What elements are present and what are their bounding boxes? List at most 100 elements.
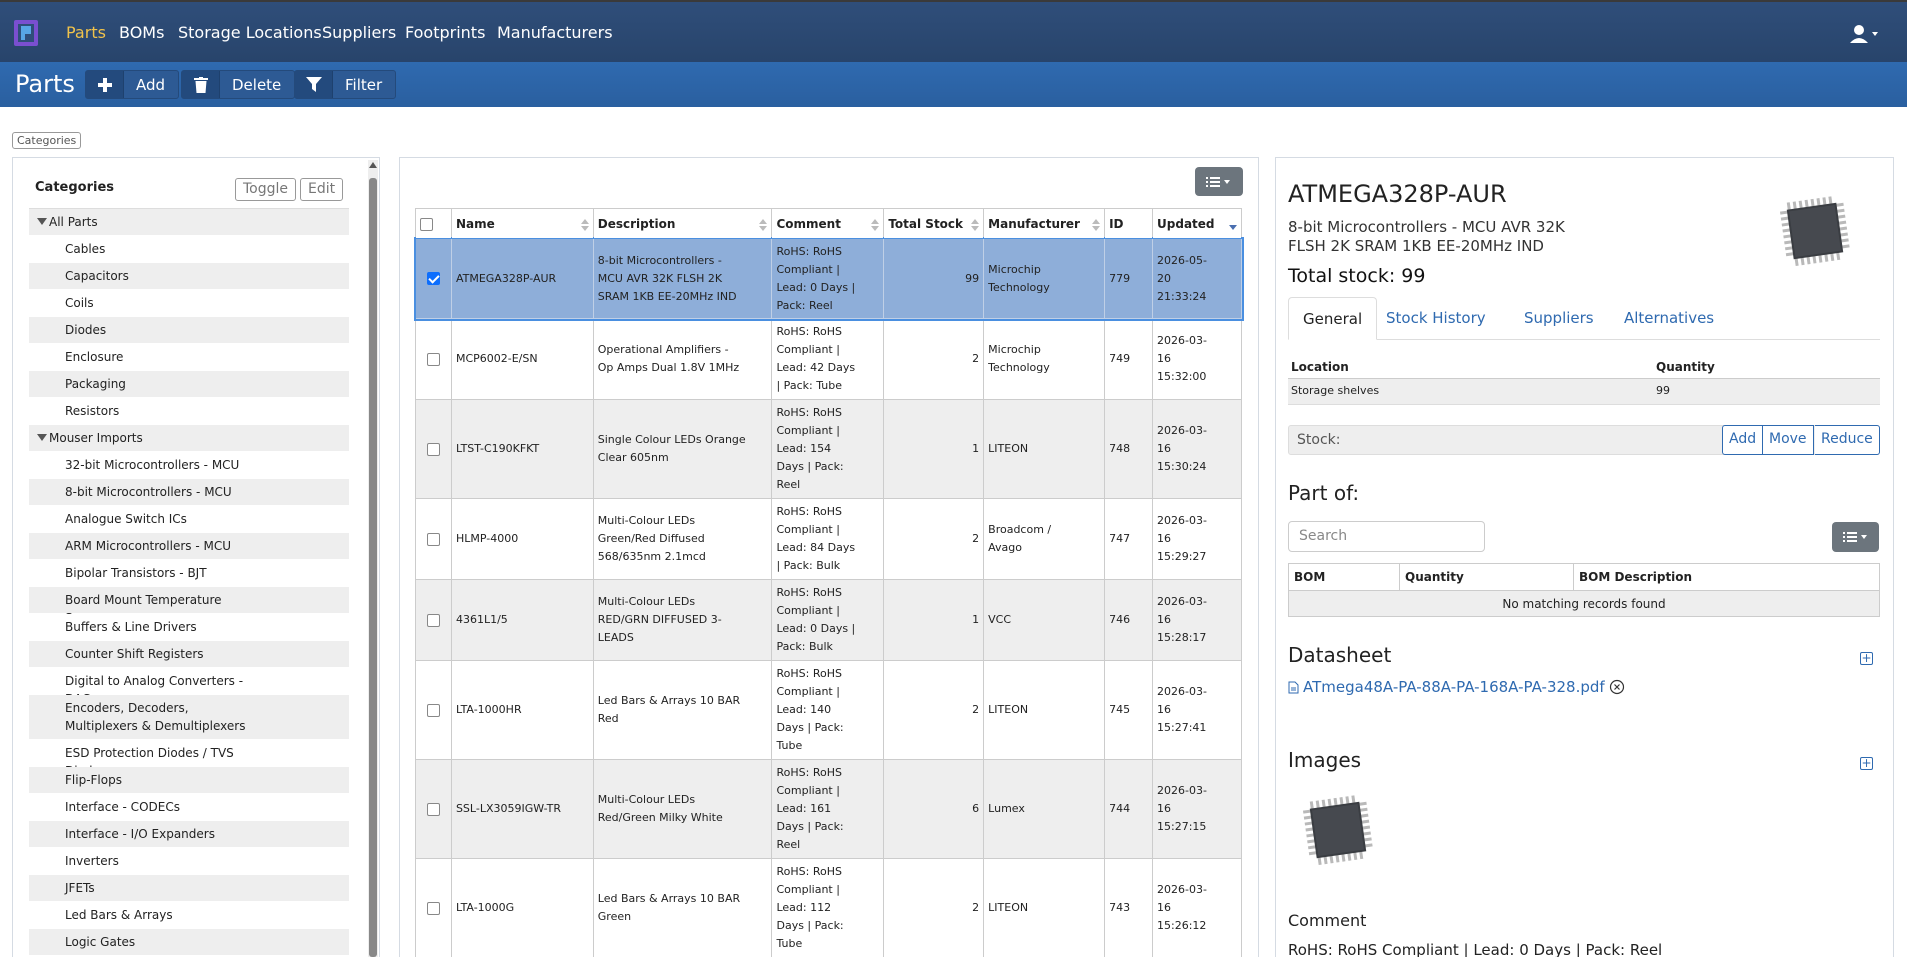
nav-parts[interactable]: Parts <box>66 23 106 42</box>
row-checkbox[interactable] <box>426 901 440 915</box>
cell-updated: 2026-03- 16 15:29:27 <box>1152 498 1242 580</box>
category-item[interactable]: Encoders, Decoders, Multiplexers & Demul… <box>29 695 349 740</box>
category-item[interactable]: Logic Gates <box>29 929 349 956</box>
add-button[interactable]: Add <box>85 70 180 99</box>
row-checkbox[interactable] <box>426 532 440 546</box>
filter-button[interactable]: Filter <box>294 70 397 99</box>
nav-storage-locations[interactable]: Storage Locations <box>178 23 322 42</box>
manufacturer-line: Technology <box>988 280 1050 294</box>
quantity-value: 99 <box>1656 384 1670 397</box>
category-item[interactable]: Enclosure <box>29 344 349 371</box>
toggle-button[interactable]: Toggle <box>235 178 297 201</box>
stock-location-row[interactable]: Storage shelves 99 <box>1288 379 1880 405</box>
nav-boms[interactable]: BOMs <box>119 23 164 42</box>
scrollbar-thumb[interactable] <box>369 178 377 957</box>
column-select-button[interactable] <box>1195 167 1243 196</box>
tab-stock-history[interactable]: Stock History <box>1372 297 1500 340</box>
category-item-label: Encoders, Decoders, Multiplexers & Demul… <box>65 701 246 733</box>
col-manufacturer[interactable]: Manufacturer <box>983 208 1106 239</box>
category-item[interactable]: Flip-Flops <box>29 767 349 794</box>
user-menu-icon[interactable] <box>1849 24 1879 44</box>
category-item[interactable]: Packaging <box>29 371 349 398</box>
table-row[interactable]: LTA-1000HR Led Bars & Arrays 10 BAR Red RoH… <box>415 660 1242 760</box>
category-item[interactable]: JFETs <box>29 875 349 902</box>
part-image[interactable] <box>1288 780 1388 880</box>
scroll-up-arrow-icon[interactable] <box>369 162 377 168</box>
category-item[interactable]: 8-bit Microcontrollers - MCU <box>29 479 349 506</box>
stock-reduce-button[interactable]: Reduce <box>1815 425 1880 455</box>
bom-column-select-button[interactable] <box>1832 522 1879 552</box>
tab-general[interactable]: General <box>1288 297 1378 340</box>
col-updated[interactable]: Updated <box>1152 208 1242 239</box>
category-item[interactable]: Inverters <box>29 848 349 875</box>
bom-col-bom[interactable]: BOM <box>1288 563 1400 591</box>
category-item-label: Analogue Switch ICs <box>65 512 187 526</box>
row-checkbox[interactable] <box>426 703 440 717</box>
category-item[interactable]: Capacitors <box>29 263 349 290</box>
table-row[interactable]: LTST-C190KFKT Single Colour LEDs Orange Cl… <box>415 399 1242 499</box>
row-checkbox[interactable] <box>426 802 440 816</box>
row-checkbox[interactable] <box>426 442 440 456</box>
delete-button[interactable]: Delete <box>181 70 296 99</box>
categories-scrollbar[interactable] <box>368 160 378 957</box>
category-item[interactable]: Board Mount Temperature Sensors <box>29 587 349 625</box>
table-row[interactable]: HLMP-4000 Multi-Colour LEDs Green/Red Diff… <box>415 498 1242 580</box>
col-comment[interactable]: Comment <box>771 208 885 239</box>
tab-alternatives[interactable]: Alternatives <box>1610 297 1728 340</box>
expand-caret-icon[interactable] <box>37 434 47 441</box>
category-item[interactable]: Resistors <box>29 398 349 425</box>
table-row[interactable]: ATMEGA328P-AUR 8-bit Microcontrollers - MC… <box>413 236 1244 321</box>
category-item-label: Cables <box>65 242 106 256</box>
col-total-stock[interactable]: Total Stock <box>883 208 985 239</box>
row-checkbox[interactable] <box>426 272 440 285</box>
categories-tag[interactable]: Categories <box>12 132 82 149</box>
bom-col-description[interactable]: BOM Description <box>1573 563 1880 591</box>
col-id[interactable]: ID <box>1104 208 1154 239</box>
category-item-label: Packaging <box>65 377 126 391</box>
add-datasheet-icon[interactable]: + <box>1860 652 1873 665</box>
bom-search-input[interactable]: Search <box>1288 521 1485 552</box>
bom-col-quantity[interactable]: Quantity <box>1399 563 1574 591</box>
tab-suppliers[interactable]: Suppliers <box>1510 297 1608 340</box>
category-group[interactable]: All Parts <box>29 209 349 236</box>
category-item[interactable]: ARM Microcontrollers - MCU <box>29 533 349 560</box>
stock-move-button[interactable]: Move <box>1763 425 1814 455</box>
category-item[interactable]: Counter Shift Registers <box>29 641 349 668</box>
expand-caret-icon[interactable] <box>37 218 47 225</box>
table-row[interactable]: SSL-LX3059IGW-TR Multi-Colour LEDs Red/Gre… <box>415 759 1242 859</box>
row-checkbox[interactable] <box>426 613 440 627</box>
stock-add-button[interactable]: Add <box>1722 425 1764 455</box>
add-image-icon[interactable]: + <box>1860 757 1873 770</box>
nav-manufacturers[interactable]: Manufacturers <box>497 23 613 42</box>
remove-datasheet-icon[interactable] <box>1609 679 1625 695</box>
nav-footprints[interactable]: Footprints <box>405 23 485 42</box>
category-group[interactable]: Mouser Imports <box>29 425 349 452</box>
location-value: Storage shelves <box>1291 384 1380 397</box>
table-row[interactable]: MCP6002-E/SN Operational Amplifiers - Op A… <box>415 318 1242 400</box>
category-item[interactable]: 32-bit Microcontrollers - MCU <box>29 452 349 479</box>
col-name[interactable]: Name <box>450 208 594 239</box>
col-description[interactable]: Description <box>592 208 773 239</box>
category-item[interactable]: Diodes <box>29 317 349 344</box>
nav-suppliers[interactable]: Suppliers <box>322 23 396 42</box>
description-line: RED/GRN DIFFUSED 3- <box>597 613 722 626</box>
category-item[interactable]: Coils <box>29 290 349 317</box>
category-item[interactable]: Bipolar Transistors - BJT <box>29 560 349 587</box>
table-row[interactable]: LTA-1000G Led Bars & Arrays 10 BAR Green Ro… <box>415 858 1242 957</box>
part-thumbnail-image[interactable] <box>1765 181 1865 281</box>
category-item[interactable]: Led Bars & Arrays <box>29 902 349 929</box>
cell-name: SSL-LX3059IGW-TR <box>450 759 594 859</box>
select-all-checkbox[interactable] <box>420 217 433 231</box>
category-item[interactable]: Cables <box>29 236 349 263</box>
category-item[interactable]: Interface - CODECs <box>29 794 349 821</box>
app-logo-icon[interactable] <box>12 18 40 48</box>
category-item[interactable]: Buffers & Line Drivers <box>29 614 349 641</box>
category-item[interactable]: Analogue Switch ICs <box>29 506 349 533</box>
category-item[interactable]: ESD Protection Diodes / TVS Diodes <box>29 740 349 778</box>
category-item[interactable]: Digital to Analog Converters - DAC <box>29 668 349 706</box>
datasheet-link[interactable]: ATmega48A-PA-88A-PA-168A-PA-328.pdf <box>1288 678 1625 696</box>
edit-button[interactable]: Edit <box>300 178 344 201</box>
category-item[interactable]: Interface - I/O Expanders <box>29 821 349 848</box>
table-row[interactable]: 4361L1/5 Multi-Colour LEDs RED/GRN DIFFUSE… <box>415 579 1242 661</box>
row-checkbox[interactable] <box>426 352 440 366</box>
